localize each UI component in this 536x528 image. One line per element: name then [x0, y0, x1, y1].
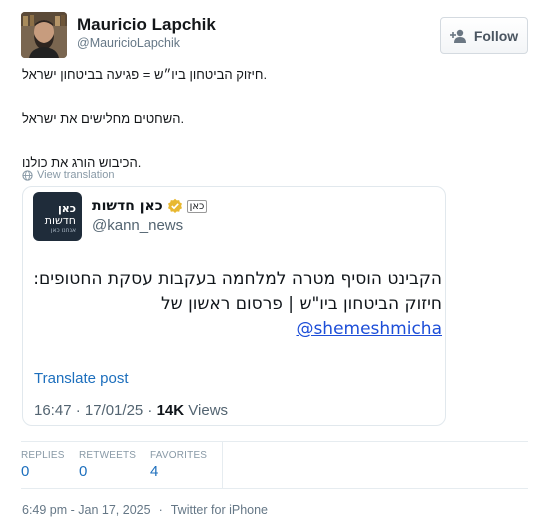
views-label: Views [184, 402, 229, 419]
tweet-source: Twitter for iPhone [170, 503, 268, 517]
tweet-stats: REPLIES 0 RETWEETS 0 FAVORITES 4 [21, 441, 528, 489]
quoted-handle[interactable]: @kann_news [92, 217, 183, 234]
views-count: 14K [156, 402, 185, 419]
add-user-icon [449, 29, 466, 43]
user-name-block: Mauricio Lapchik @MauricioLapchik [77, 15, 216, 51]
replies-count: 0 [21, 463, 30, 480]
favorites-label: FAVORITES [150, 450, 208, 461]
favorites-count: 4 [150, 463, 159, 480]
tweet-line: חיזוק הביטחון ביו״ש = פגיעה בביטחון ישרא… [22, 67, 268, 82]
tweet-text: חיזוק הביטחון ביו״ש = פגיעה בביטחון ישרא… [22, 66, 522, 172]
display-name[interactable]: Mauricio Lapchik [77, 15, 216, 35]
replies-stat[interactable]: REPLIES 0 [21, 442, 79, 488]
tweet-header: Mauricio Lapchik @MauricioLapchik Follow [21, 12, 528, 62]
avatar-photo-icon [21, 12, 67, 58]
quoted-avatar[interactable]: כאן חדשות אנחנו כאן [33, 192, 82, 241]
mention-link[interactable]: @shemeshmicha [296, 317, 442, 342]
quoted-name-row: כאן חדשות כאן [92, 198, 208, 214]
quoted-body-line: הקבינט הוסיף מטרה למלחמה בעקבות עסקת החט… [33, 269, 442, 289]
replies-label: REPLIES [21, 450, 65, 461]
quoted-body: הקבינט הוסיף מטרה למלחמה בעקבות עסקת החט… [32, 267, 442, 342]
retweets-stat[interactable]: RETWEETS 0 [79, 442, 150, 488]
retweets-label: RETWEETS [79, 450, 137, 461]
retweets-count: 0 [79, 463, 88, 480]
quoted-tweet-card[interactable]: כאן חדשות אנחנו כאן כאן חדשות כאן @kann_… [22, 186, 446, 426]
follow-label: Follow [473, 27, 519, 44]
tweet-timestamp[interactable]: 6:49 pm - Jan 17, 2025 [22, 503, 151, 517]
quoted-avatar-text: חדשות [44, 214, 76, 227]
affiliate-badge: כאן [186, 199, 208, 213]
quoted-meta: 16:47 · 17/01/25 · 14K Views [34, 402, 228, 419]
view-translation-label: View translation [37, 169, 115, 181]
tweet-footer: 6:49 pm - Jan 17, 2025 · Twitter for iPhon… [22, 503, 268, 517]
translate-post-link[interactable]: Translate post [34, 370, 129, 387]
verified-badge-icon [167, 198, 182, 213]
follow-button[interactable]: Follow [440, 17, 528, 54]
user-handle[interactable]: @MauricioLapchik [77, 35, 216, 51]
tweet-line: השחטים מחלישים את ישראל. [22, 111, 185, 126]
quoted-time[interactable]: 16:47 · 17/01/25 · [34, 402, 157, 419]
quoted-avatar-text: אנחנו כאן [50, 227, 76, 234]
view-translation-link[interactable]: View translation [22, 169, 114, 181]
favorites-stat[interactable]: FAVORITES 4 [150, 442, 223, 488]
quoted-display-name[interactable]: כאן חדשות [92, 198, 163, 214]
user-avatar[interactable] [21, 12, 67, 58]
quoted-body-line: חיזוק הביטחון ביו"ש | פרסום ראשון של [160, 294, 442, 314]
footer-separator: · [158, 503, 163, 517]
globe-icon [22, 169, 33, 181]
